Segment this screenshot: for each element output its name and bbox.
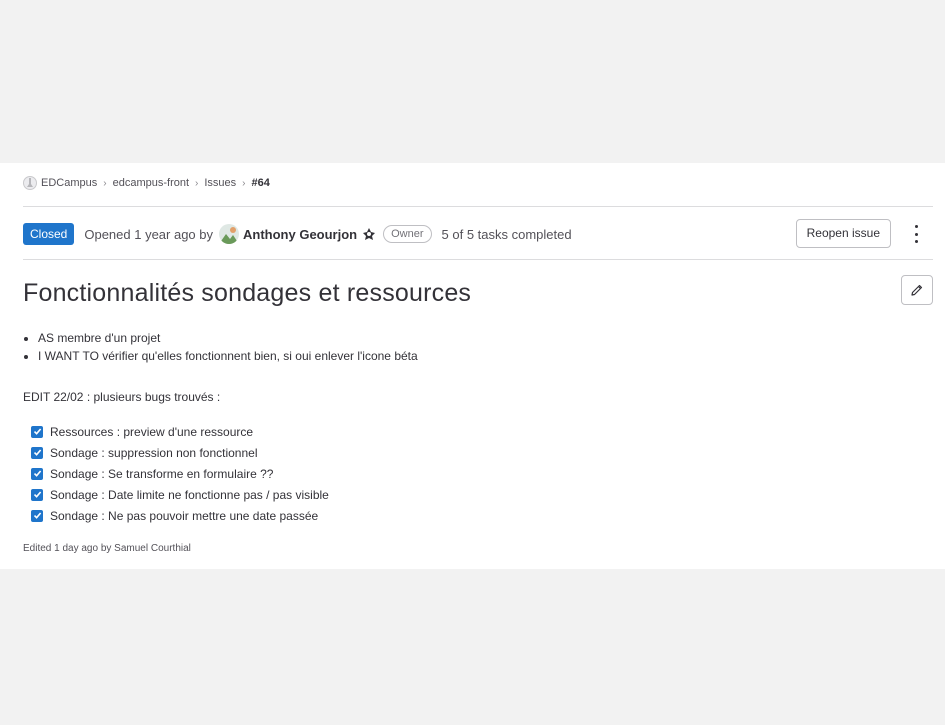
opened-text: Opened 1 year ago by — [84, 226, 214, 242]
breadcrumb-item-issues[interactable]: Issues — [204, 177, 236, 189]
issue-panel: EDCampus › edcampus-front › Issues › #64… — [0, 163, 945, 569]
task-label: Sondage : suppression non fonctionnel — [50, 445, 258, 460]
checkbox-checked-icon[interactable] — [31, 425, 43, 438]
task-label: Sondage : Date limite ne fonctionne pas … — [50, 487, 329, 502]
pencil-icon — [911, 284, 923, 296]
edit-note: EDIT 22/02 : plusieurs bugs trouvés : — [23, 390, 221, 404]
chevron-right-icon: › — [195, 177, 199, 189]
breadcrumb-item-project[interactable]: edcampus-front — [113, 177, 189, 189]
task-item: Sondage : Se transforme en formulaire ?? — [31, 463, 329, 484]
task-item: Sondage : Date limite ne fonctionne pas … — [31, 484, 329, 505]
chevron-right-icon: › — [242, 177, 246, 189]
chevron-right-icon: › — [103, 177, 107, 189]
tasks-summary: 5 of 5 tasks completed — [441, 226, 572, 242]
breadcrumb-item-group[interactable]: EDCampus — [41, 177, 97, 189]
task-item: Ressources : preview d'une ressource — [31, 421, 329, 442]
list-item: AS membre d'un projet — [38, 329, 418, 347]
divider — [23, 259, 933, 260]
task-label: Ressources : preview d'une ressource — [50, 424, 254, 439]
task-item: Sondage : suppression non fonctionnel — [31, 442, 329, 463]
role-badge: Owner — [383, 225, 432, 243]
edit-title-button[interactable] — [901, 275, 933, 305]
breadcrumb-item-issue-number[interactable]: #64 — [252, 177, 270, 189]
issue-header: Closed Opened 1 year ago by Anthony Geou… — [23, 219, 933, 248]
checkbox-checked-icon[interactable] — [31, 446, 43, 459]
user-avatar-image — [219, 224, 240, 244]
list-item: I WANT TO vérifier qu'elles fonctionnent… — [38, 347, 418, 365]
edited-by-text: Edited 1 day ago by Samuel Courthial — [23, 543, 191, 554]
task-label: Sondage : Se transforme en formulaire ?? — [50, 466, 274, 481]
task-item: Sondage : Ne pas pouvoir mettre une date… — [31, 505, 329, 526]
task-list: Ressources : preview d'une ressource Son… — [31, 421, 329, 526]
project-avatar-icon — [23, 176, 37, 190]
avatar[interactable] — [219, 224, 240, 244]
description-list: AS membre d'un projet I WANT TO vérifier… — [23, 329, 418, 365]
gitlab-user-icon — [363, 228, 376, 240]
checkbox-checked-icon[interactable] — [31, 488, 43, 501]
breadcrumb: EDCampus › edcampus-front › Issues › #64 — [23, 176, 270, 190]
issue-title: Fonctionnalités sondages et ressources — [23, 279, 472, 307]
task-label: Sondage : Ne pas pouvoir mettre une date… — [50, 508, 319, 523]
status-badge: Closed — [23, 223, 75, 245]
reopen-issue-button[interactable]: Reopen issue — [795, 219, 891, 248]
author-name[interactable]: Anthony Geourjon — [243, 227, 357, 242]
checkbox-checked-icon[interactable] — [31, 467, 43, 480]
kebab-menu-icon[interactable] — [909, 225, 923, 243]
checkbox-checked-icon[interactable] — [31, 509, 43, 522]
divider — [23, 206, 933, 207]
